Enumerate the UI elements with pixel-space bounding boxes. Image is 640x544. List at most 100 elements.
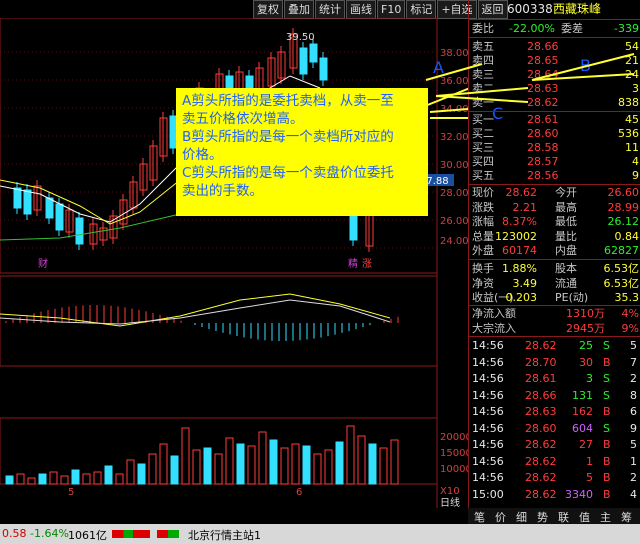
toolbar-button[interactable]: F10 xyxy=(377,0,406,19)
tick-row: 14:56 28.66 131 S 8 xyxy=(472,388,637,402)
volume-bar xyxy=(148,453,157,485)
index-change: -1.64% xyxy=(30,527,69,540)
price-axis-label: 24.00 xyxy=(440,236,468,247)
event-marker: 涨 xyxy=(362,258,372,270)
capital-flow-row: 大宗流入 2945万 9% xyxy=(472,321,639,335)
index-value: 0.58 xyxy=(2,527,27,540)
volume-bar xyxy=(16,473,25,485)
volume-bar xyxy=(71,469,80,485)
volume-bar xyxy=(379,447,388,485)
toolbar-button[interactable]: 复权 xyxy=(253,0,283,19)
detail-tabs[interactable]: 笔价细势联值主筹 xyxy=(468,508,640,524)
volume-bar xyxy=(203,447,212,485)
tick-row: 14:56 28.60 604 S 9 xyxy=(472,421,637,435)
buy-level-row: 买五 28.56 9 xyxy=(472,169,639,182)
annotation-line: A剪头所指的是委托卖档，从卖一至 xyxy=(182,93,394,109)
market-strength-bar xyxy=(157,530,179,538)
volume-bar xyxy=(236,443,245,485)
volume-bar xyxy=(368,443,377,485)
volume-bar xyxy=(225,437,234,485)
dif-line xyxy=(0,293,391,327)
status-bar: 0.58 -1.64% 1061亿 北京行情主站1 xyxy=(0,524,640,544)
volume-bar xyxy=(335,441,344,485)
volume-bar xyxy=(324,449,333,485)
volume-axis-label: X10 xyxy=(440,486,460,497)
annotation-arrows-overlay xyxy=(425,53,635,103)
toolbar-button[interactable]: 画线 xyxy=(346,0,376,19)
annotation-line: C剪头所指的是每一个卖盘价位委托 xyxy=(182,165,394,181)
event-marker: 精 xyxy=(348,257,358,270)
volume-bar xyxy=(313,453,322,485)
volume-bar xyxy=(82,473,91,485)
volume-bar xyxy=(170,455,179,485)
volume-bar xyxy=(115,473,124,485)
volume-bar xyxy=(137,463,146,485)
capital-flow-row: 净流入额 1310万 4% xyxy=(472,307,639,320)
detail-tab[interactable]: 联 xyxy=(558,509,569,525)
annotation-line: 卖出的手数。 xyxy=(182,183,263,199)
volume-bar xyxy=(38,473,47,485)
volume-bar xyxy=(60,475,69,485)
volume-bar xyxy=(247,445,256,485)
date-label: 6 xyxy=(296,487,302,498)
annotation-line: B剪头所指的是每一个卖档所对应的 xyxy=(182,129,394,145)
volume-bar xyxy=(49,471,58,485)
stat-row: 收益(一) 0.203 PE(动) 35.3 xyxy=(472,291,639,304)
candle-body xyxy=(349,211,358,241)
candle-body xyxy=(13,187,22,209)
candle-body xyxy=(299,47,308,75)
volume-bar xyxy=(357,435,366,485)
toolbar-button[interactable]: 叠加 xyxy=(284,0,314,19)
quote-row: 现价 28.62 今开 26.60 xyxy=(472,186,639,199)
price-axis-label: 32.00 xyxy=(440,132,468,143)
stock-header: 600338 西藏珠峰 xyxy=(469,2,640,16)
volume-axis-label: 15000 xyxy=(440,448,468,459)
detail-tab[interactable]: 势 xyxy=(537,509,548,525)
detail-tab[interactable]: 主 xyxy=(600,509,611,525)
buy-level-row: 买四 28.57 4 xyxy=(472,155,639,168)
tick-row: 15:00 28.62 3340 B 4 xyxy=(472,487,637,501)
buy-level-row: 买二 28.60 536 xyxy=(472,127,639,140)
volume-bar xyxy=(390,439,399,485)
period-tab: 日线 xyxy=(440,496,460,508)
weibi-row: 委比 -22.00% 委差 -339 xyxy=(472,22,639,35)
tick-row: 14:56 28.63 162 B 6 xyxy=(472,405,637,418)
quote-row: 外盘 60174 内盘 62827 xyxy=(472,244,639,257)
detail-tab[interactable]: 值 xyxy=(579,509,590,525)
tick-row: 14:56 28.62 5 B 2 xyxy=(472,471,637,484)
market-strength-bar xyxy=(112,530,150,538)
volume-bar xyxy=(302,445,311,485)
volume-axis-label: 10000 xyxy=(440,464,468,475)
buy-level-row: 买三 28.58 11 xyxy=(472,141,639,154)
tick-row: 14:56 28.70 30 B 7 xyxy=(472,355,637,369)
price-axis-label: 30.00 xyxy=(440,160,468,171)
quote-row: 总量 123002 量比 0.84 xyxy=(472,229,639,243)
index-amount: 1061亿 xyxy=(68,529,107,542)
volume-bar xyxy=(258,431,267,485)
detail-tab[interactable]: 筹 xyxy=(621,509,632,525)
volume-bar xyxy=(181,427,190,485)
volume-bar xyxy=(27,477,36,485)
annotation-line: 卖五价格依次增高。 xyxy=(182,111,304,127)
detail-tab[interactable]: 价 xyxy=(495,509,506,525)
tick-row: 14:56 28.62 25 S 5 xyxy=(472,339,637,352)
volume-bar xyxy=(192,449,201,485)
detail-tab[interactable]: 笔 xyxy=(474,509,485,525)
toolbar-button[interactable]: 标记 xyxy=(406,0,437,19)
volume-bar xyxy=(214,453,223,485)
tick-row: 14:56 28.61 3 S 2 xyxy=(472,372,637,385)
annotation-box: A剪头所指的是委托卖档，从卖一至 卖五价格依次增高。 B剪头所指的是每一个卖档所… xyxy=(176,88,428,216)
quote-row: 涨幅 8.37% 最低 26.12 xyxy=(472,215,639,228)
toolbar-button[interactable]: 统计 xyxy=(315,0,345,19)
candle-body xyxy=(75,217,84,245)
volume-bar xyxy=(104,465,113,485)
detail-tab[interactable]: 细 xyxy=(516,509,527,525)
annotation-line: 价格。 xyxy=(182,147,223,163)
tick-row: 14:56 28.62 1 B 1 xyxy=(472,454,637,468)
stat-row: 净资 3.49 流通 6.53亿 xyxy=(472,276,639,290)
macd-panel xyxy=(0,275,438,367)
volume-bar xyxy=(93,471,102,485)
volume-axis-label: 20000 xyxy=(440,432,468,443)
candle-body xyxy=(23,189,32,215)
high-price-label: 39.50 xyxy=(286,32,315,43)
